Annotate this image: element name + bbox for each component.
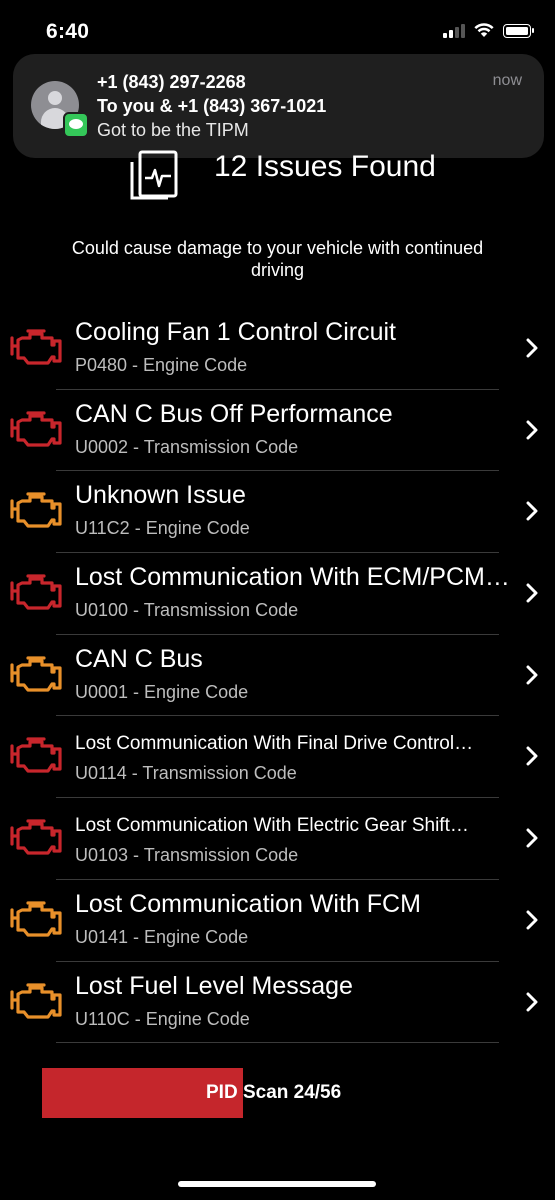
wifi-icon	[474, 23, 494, 37]
pid-scan-progress: PID Scan 24/56	[42, 1068, 512, 1118]
issue-code: P0480 - Engine Code	[75, 355, 248, 375]
issue-row[interactable]: Lost Fuel Level Message U110C - Engine C…	[0, 962, 555, 1044]
issue-row[interactable]: Lost Communication With ECM/PCM "A" U010…	[0, 553, 555, 635]
battery-icon	[503, 23, 534, 38]
issue-title: Lost Communication With ECM/PCM "A"	[75, 563, 515, 592]
notification-sender: +1 (843) 297-2268	[97, 72, 246, 92]
notification-recipients: To you & +1 (843) 367-1021	[97, 96, 327, 116]
chevron-right-icon	[526, 338, 538, 358]
check-engine-icon	[10, 656, 62, 692]
notification-message: Got to be the TIPM	[97, 120, 249, 140]
issue-list: Cooling Fan 1 Control Circuit P0480 - En…	[0, 308, 555, 1044]
issue-code: U0001 - Engine Code	[75, 681, 249, 702]
chevron-right-icon	[526, 910, 538, 930]
issue-title: Lost Fuel Level Message	[75, 971, 353, 1000]
issue-code: U0103 - Transmission Code	[75, 845, 299, 866]
progress-label: PID Scan 24/56	[206, 1082, 342, 1103]
issue-title: Lost Communication With Final Drive Cont…	[75, 733, 474, 755]
issue-code: U0002 - Transmission Code	[75, 436, 299, 457]
check-engine-icon	[10, 492, 62, 528]
issue-row[interactable]: Lost Communication With Electric Gear Sh…	[0, 798, 555, 880]
issue-row[interactable]: CAN C Bus Off Performance U0002 - Transm…	[0, 390, 555, 472]
check-engine-icon	[10, 329, 62, 365]
status-icons	[443, 23, 534, 38]
issue-title: Lost Communication With FCM	[75, 889, 421, 918]
check-engine-icon	[10, 982, 62, 1019]
issue-row[interactable]: Lost Communication With FCM U0141 - Engi…	[0, 880, 555, 962]
status-bar: 6:40	[0, 0, 555, 60]
check-engine-icon	[10, 411, 62, 447]
issue-row[interactable]: CAN C Bus U0001 - Engine Code	[0, 635, 555, 717]
diagnostic-report-icon	[130, 150, 178, 200]
chevron-right-icon	[526, 992, 538, 1011]
issue-title: Lost Communication With Electric Gear Sh…	[75, 815, 469, 837]
issue-code: U0100 - Transmission Code	[75, 600, 299, 621]
chevron-right-icon	[526, 746, 538, 766]
chevron-right-icon	[526, 420, 538, 440]
issues-count-title: 12 Issues Found	[214, 150, 436, 183]
home-indicator[interactable]	[178, 1181, 376, 1187]
issue-row[interactable]: Lost Communication With Final Drive Cont…	[0, 716, 555, 799]
issue-code: U0114 - Transmission Code	[75, 763, 297, 784]
check-engine-icon	[10, 819, 62, 855]
issue-row[interactable]: Unknown Issue U11C2 - Engine Code	[0, 471, 555, 554]
chevron-right-icon	[526, 501, 538, 521]
row-divider	[56, 1042, 499, 1044]
check-engine-icon	[10, 574, 62, 610]
check-engine-icon	[10, 737, 62, 774]
issue-title: CAN C Bus Off Performance	[75, 399, 393, 428]
issue-code: U0141 - Engine Code	[75, 926, 249, 947]
cellular-signal-icon	[443, 23, 465, 38]
issue-code: U110C - Engine Code	[75, 1008, 250, 1029]
issue-title: Cooling Fan 1 Control Circuit	[75, 318, 396, 346]
notification-content: +1 (843) 297-2268 To you & +1 (843) 367-…	[97, 70, 326, 142]
issue-title: Unknown Issue	[75, 481, 246, 510]
issue-title: CAN C Bus	[75, 644, 203, 673]
chevron-right-icon	[526, 583, 538, 603]
check-engine-icon	[10, 901, 62, 937]
issue-row[interactable]: Cooling Fan 1 Control Circuit P0480 - En…	[0, 308, 555, 390]
notification-time: now	[492, 72, 522, 89]
chevron-right-icon	[526, 665, 538, 685]
issue-code: U11C2 - Engine Code	[75, 518, 250, 539]
warning-message: Could cause damage to your vehicle with …	[71, 238, 484, 280]
status-time: 6:40	[46, 20, 90, 43]
messages-icon	[63, 112, 89, 138]
chevron-right-icon	[526, 828, 538, 848]
message-notification[interactable]: +1 (843) 297-2268 To you & +1 (843) 367-…	[13, 54, 544, 158]
